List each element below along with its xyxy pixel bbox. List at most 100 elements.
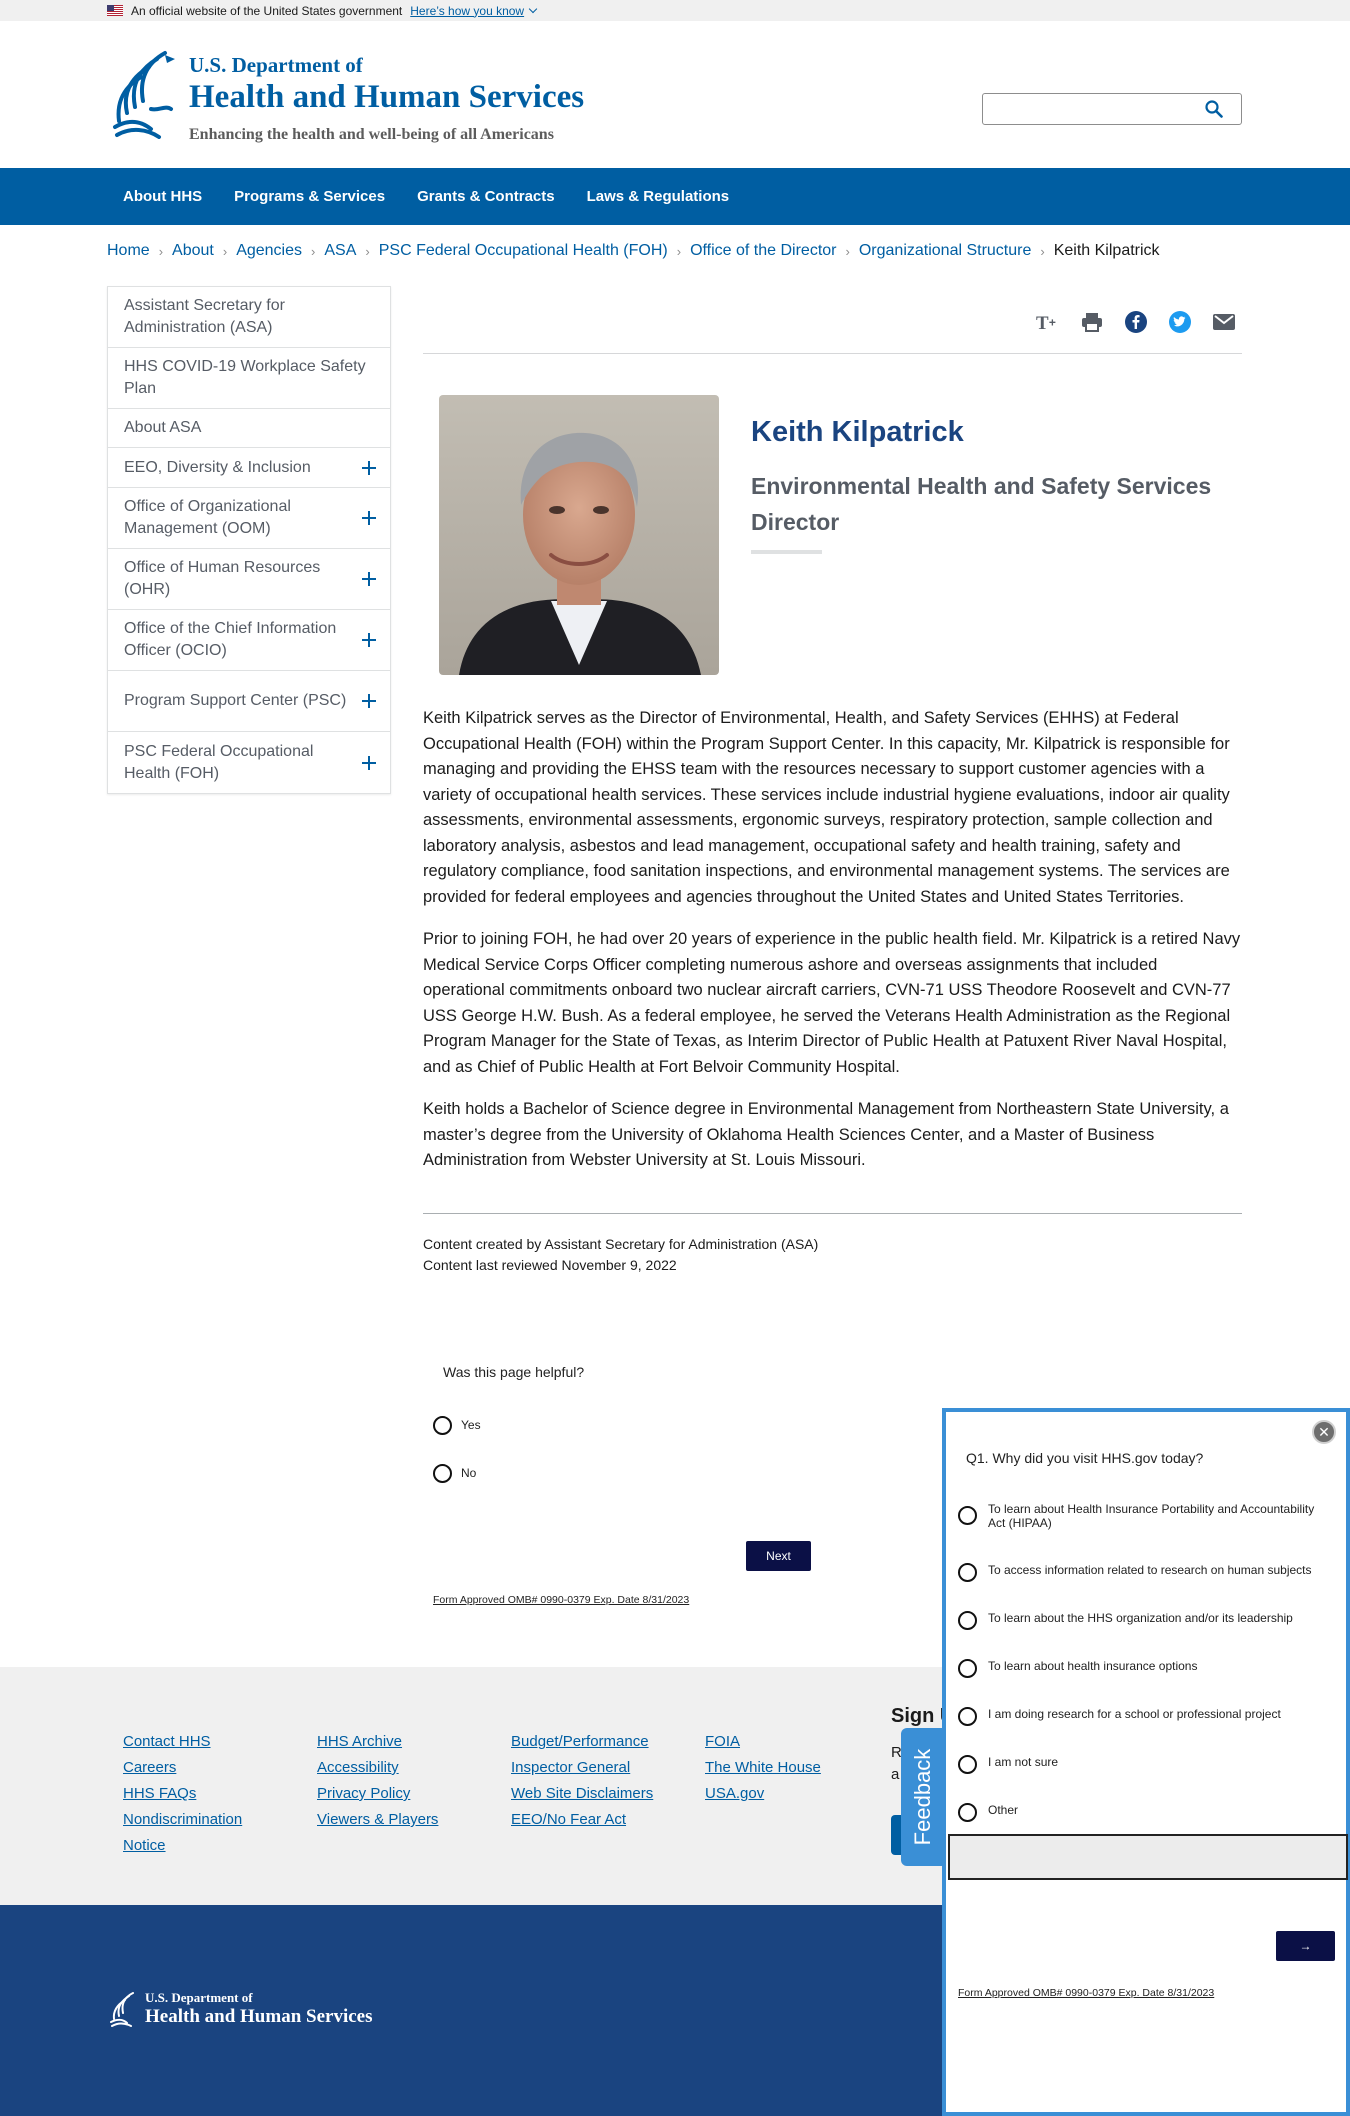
footer-logo-name: Health and Human Services xyxy=(145,2006,373,2027)
radio-button[interactable] xyxy=(433,1416,452,1435)
gov-banner-text: An official website of the United States… xyxy=(131,3,403,18)
bio-paragraph: Keith holds a Bachelor of Science degree… xyxy=(423,1100,1229,1169)
hhs-logo[interactable]: U.S. Department of Health and Human Serv… xyxy=(107,49,584,144)
footer-link[interactable]: EEO/No Fear Act xyxy=(511,1807,653,1833)
footer-link[interactable]: Nondiscrimination Notice xyxy=(123,1807,263,1859)
footer-link[interactable]: Accessibility xyxy=(317,1755,438,1781)
survey-other-input[interactable] xyxy=(948,1834,1348,1880)
option-label: To learn about the HHS organization and/… xyxy=(988,1611,1293,1625)
survey-option-insurance[interactable]: To learn about health insurance options xyxy=(958,1659,1328,1678)
sidebar-item-label: Assistant Secretary for Administration (… xyxy=(124,297,285,336)
twitter-icon[interactable] xyxy=(1168,310,1192,334)
footer-link[interactable]: HHS FAQs xyxy=(123,1781,263,1807)
nav-programs-services[interactable]: Programs & Services xyxy=(218,188,401,205)
breadcrumb-agencies[interactable]: Agencies xyxy=(236,242,302,260)
breadcrumb: Home › About › Agencies › ASA › PSC Federal … xyxy=(107,242,1160,260)
footer-link[interactable]: The White House xyxy=(705,1755,821,1781)
search-icon[interactable] xyxy=(1205,100,1223,118)
survey-omb-link[interactable]: Form Approved OMB# 0990-0379 Exp. Date 8… xyxy=(958,1987,1214,1999)
radio-button[interactable] xyxy=(958,1755,977,1774)
search-input[interactable] xyxy=(982,93,1242,125)
sidebar-item-ohr[interactable]: Office of Human Resources (OHR) xyxy=(108,549,390,610)
radio-button[interactable] xyxy=(958,1506,977,1525)
sidebar-item-asa[interactable]: Assistant Secretary for Administration (… xyxy=(108,287,390,348)
radio-button[interactable] xyxy=(958,1803,977,1822)
content-reviewed: Content last reviewed November 9, 2022 xyxy=(423,1257,677,1273)
radio-button[interactable] xyxy=(958,1659,977,1678)
option-label: I am doing research for a school or prof… xyxy=(988,1707,1281,1721)
breadcrumb-asa[interactable]: ASA xyxy=(324,242,356,260)
breadcrumb-foh[interactable]: PSC Federal Occupational Health (FOH) xyxy=(379,242,668,260)
radio-button[interactable] xyxy=(958,1611,977,1630)
radio-button[interactable] xyxy=(433,1464,452,1483)
breadcrumb-about[interactable]: About xyxy=(172,242,214,260)
survey-panel: ✕ Q1. Why did you visit HHS.gov today? T… xyxy=(942,1408,1350,2116)
sidebar-item-foh[interactable]: PSC Federal Occupational Health (FOH) xyxy=(108,732,390,793)
expand-plus-icon[interactable] xyxy=(362,460,376,475)
text-size-icon[interactable]: T + xyxy=(1036,310,1060,334)
footer-link[interactable]: HHS Archive xyxy=(317,1729,438,1755)
survey-option-not-sure[interactable]: I am not sure xyxy=(958,1755,1328,1774)
sidebar-item-ocio[interactable]: Office of the Chief Information Officer … xyxy=(108,610,390,671)
feedback-tab[interactable]: Feedback xyxy=(901,1728,944,1866)
footer-column-2: HHS Archive Accessibility Privacy Policy… xyxy=(317,1729,438,1833)
radio-button[interactable] xyxy=(958,1707,977,1726)
radio-button[interactable] xyxy=(958,1563,977,1582)
footer-link[interactable]: Privacy Policy xyxy=(317,1781,438,1807)
email-icon[interactable] xyxy=(1212,310,1236,334)
expand-plus-icon[interactable] xyxy=(362,511,376,525)
footer-link[interactable]: USA.gov xyxy=(705,1781,821,1807)
breadcrumb-separator-icon: › xyxy=(365,243,370,259)
share-toolbar: T + xyxy=(423,306,1242,354)
footer-hhs-logo[interactable]: U.S. Department of Health and Human Serv… xyxy=(107,1990,372,2028)
helpful-option-yes[interactable]: Yes xyxy=(433,1416,481,1435)
nav-about-hhs[interactable]: About HHS xyxy=(107,188,218,205)
footer-link[interactable]: Budget/Performance xyxy=(511,1729,653,1755)
footer-link[interactable]: Careers xyxy=(123,1755,263,1781)
footer-logo-dept: U.S. Department of xyxy=(145,1990,253,2005)
survey-option-other[interactable]: Other xyxy=(958,1803,1328,1822)
expand-plus-icon[interactable] xyxy=(362,633,376,647)
sidebar-item-psc[interactable]: Program Support Center (PSC) xyxy=(108,671,390,732)
print-icon[interactable] xyxy=(1080,310,1104,334)
sidebar-item-about-asa[interactable]: About ASA xyxy=(108,409,390,448)
expand-plus-icon[interactable] xyxy=(362,572,376,586)
sidebar-item-oom[interactable]: Office of Organizational Management (OOM… xyxy=(108,488,390,549)
close-icon[interactable]: ✕ xyxy=(1312,1420,1336,1444)
omb-approval-link[interactable]: Form Approved OMB# 0990-0379 Exp. Date 8… xyxy=(433,1594,689,1606)
sidebar-nav: Assistant Secretary for Administration (… xyxy=(107,286,391,794)
sidebar-item-covid-plan[interactable]: HHS COVID-19 Workplace Safety Plan xyxy=(108,348,390,409)
footer-link[interactable]: Web Site Disclaimers xyxy=(511,1781,653,1807)
heres-how-you-know-link[interactable]: Here’s how you know xyxy=(410,4,538,18)
breadcrumb-org-structure[interactable]: Organizational Structure xyxy=(859,242,1032,260)
survey-next-button[interactable]: → xyxy=(1276,1931,1335,1961)
facebook-icon[interactable] xyxy=(1124,310,1148,334)
bio-title: Environmental Health and Safety Services… xyxy=(751,473,1212,535)
survey-option-hipaa[interactable]: To learn about Health Insurance Portabil… xyxy=(958,1502,1328,1530)
sidebar-item-eeo[interactable]: EEO, Diversity & Inclusion xyxy=(108,448,390,488)
bio-paragraph: Keith Kilpatrick serves as the Director … xyxy=(423,709,1230,906)
footer-link[interactable]: FOIA xyxy=(705,1729,821,1755)
survey-option-school[interactable]: I am doing research for a school or prof… xyxy=(958,1707,1328,1726)
survey-option-leadership[interactable]: To learn about the HHS organization and/… xyxy=(958,1611,1328,1630)
footer-link[interactable]: Contact HHS xyxy=(123,1729,263,1755)
profile-photo xyxy=(439,395,719,675)
bio-paragraph: Prior to joining FOH, he had over 20 yea… xyxy=(423,930,1241,1076)
expand-plus-icon[interactable] xyxy=(362,694,376,708)
breadcrumb-office-director[interactable]: Office of the Director xyxy=(690,242,836,260)
expand-plus-icon[interactable] xyxy=(362,755,376,770)
nav-laws-regulations[interactable]: Laws & Regulations xyxy=(571,188,746,205)
breadcrumb-separator-icon: › xyxy=(158,243,164,259)
breadcrumb-separator-icon: › xyxy=(222,243,228,259)
survey-question: Q1. Why did you visit HHS.gov today? xyxy=(966,1450,1204,1466)
breadcrumb-home[interactable]: Home xyxy=(107,242,150,260)
survey-option-research[interactable]: To access information related to researc… xyxy=(958,1563,1328,1582)
footer-link[interactable]: Inspector General xyxy=(511,1755,653,1781)
content-created: Content created by Assistant Secretary f… xyxy=(423,1236,819,1252)
hhs-eagle-icon xyxy=(113,51,175,139)
footer-link[interactable]: Viewers & Players xyxy=(317,1807,438,1833)
helpful-option-no[interactable]: No xyxy=(433,1464,476,1483)
nav-grants-contracts[interactable]: Grants & Contracts xyxy=(401,188,571,205)
helpful-next-button[interactable]: Next xyxy=(746,1541,811,1571)
sidebar-item-label: Program Support Center (PSC) xyxy=(124,692,347,709)
